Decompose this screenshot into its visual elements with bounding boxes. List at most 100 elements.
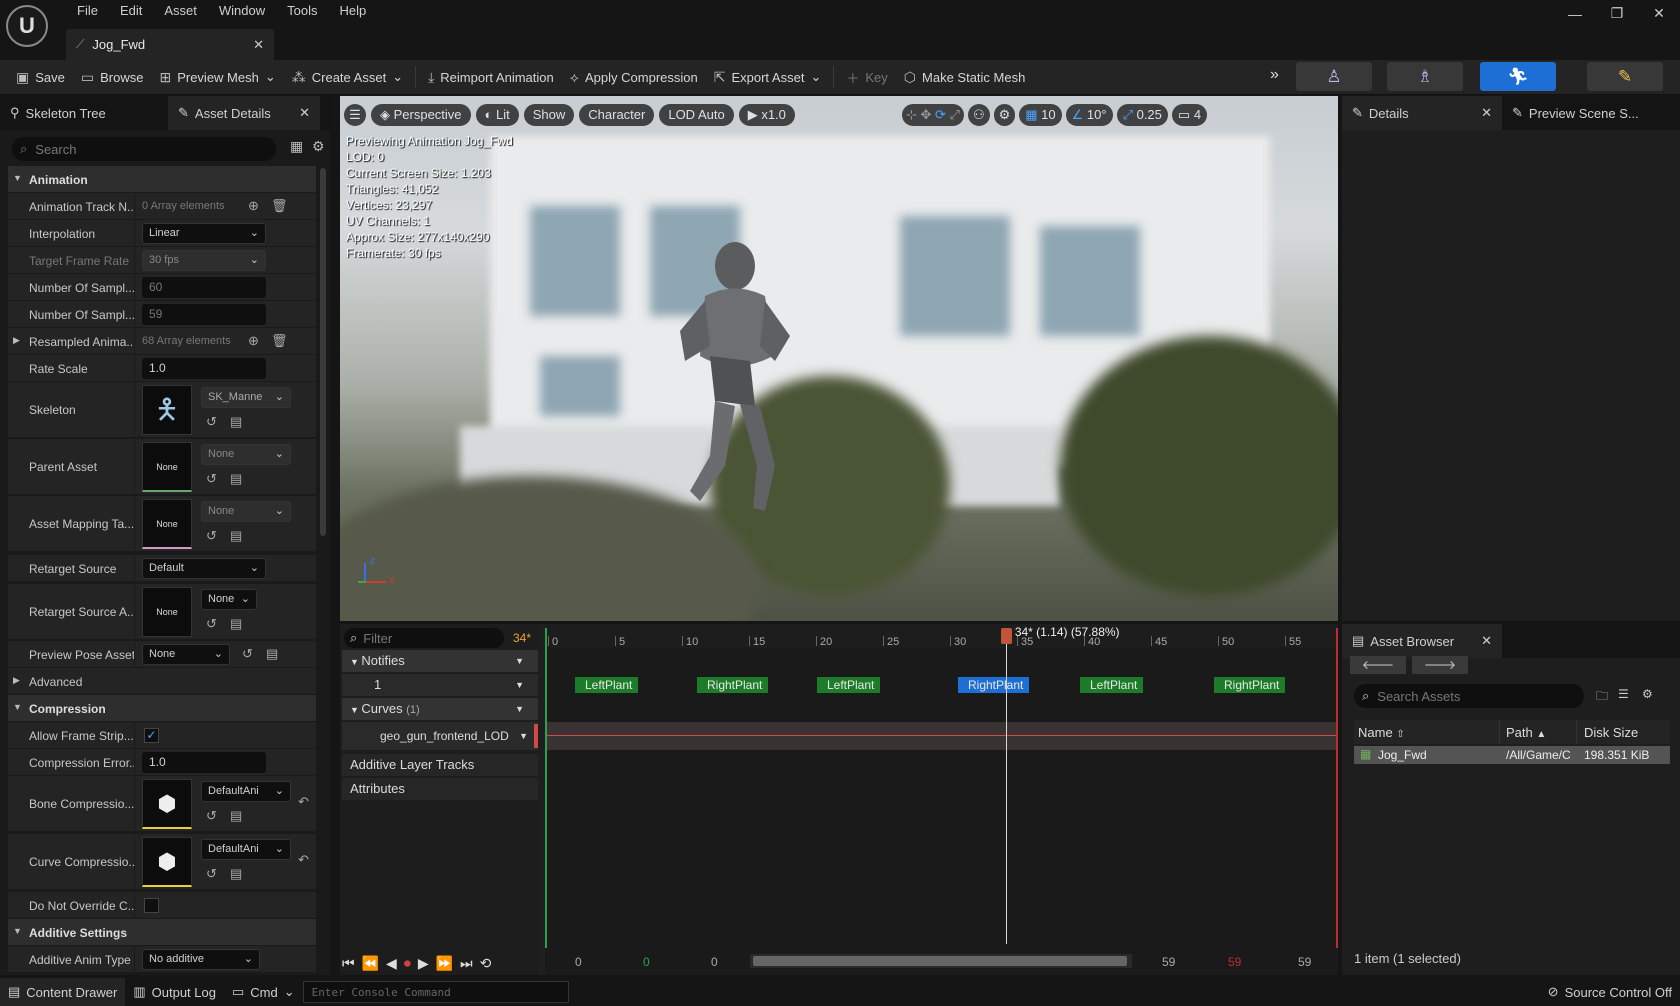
notify-right-plant-selected[interactable]: RightPlant — [958, 677, 1030, 693]
column-path[interactable]: Path ▲ — [1506, 725, 1546, 740]
source-control-button[interactable]: ⊘ Source Control Off — [1540, 978, 1680, 1006]
close-window-icon[interactable]: ✕ — [1638, 5, 1680, 22]
bone-compression-thumbnail[interactable]: ⬢ — [142, 779, 192, 829]
character-button[interactable]: Character — [579, 104, 655, 126]
column-name[interactable]: Name ⇧ — [1358, 725, 1405, 740]
back-arrow-icon[interactable]: 🡐 — [1350, 656, 1406, 674]
key-button[interactable]: ＋ Key — [838, 60, 895, 95]
playhead-handle[interactable] — [1000, 628, 1012, 644]
range-end-value[interactable]: 59 — [1162, 955, 1175, 969]
browse-asset-icon[interactable]: ▤ — [230, 616, 242, 632]
menu-tools[interactable]: Tools — [276, 3, 328, 18]
dropdown-arrow-icon[interactable]: ▼ — [515, 698, 524, 720]
use-selected-icon[interactable]: ↺ — [206, 808, 217, 824]
search-assets-input[interactable]: ⌕ Search Assets — [1354, 684, 1584, 708]
lod-button[interactable]: LOD Auto — [659, 104, 734, 126]
menu-asset[interactable]: Asset — [153, 3, 208, 18]
use-selected-icon[interactable]: ↺ — [206, 616, 217, 632]
animation-mode-button[interactable]: 🏃︎ — [1480, 62, 1556, 91]
dropdown-arrow-icon[interactable]: ▼ — [515, 674, 524, 696]
retarget-asset-thumbnail[interactable]: None — [142, 587, 192, 637]
menu-window[interactable]: Window — [208, 3, 276, 18]
retarget-source-dropdown[interactable]: Default ⌄ — [142, 558, 266, 579]
range-start-value[interactable]: 0 — [711, 955, 718, 969]
browse-asset-icon[interactable]: ▤ — [230, 414, 242, 430]
parent-asset-thumbnail[interactable]: None — [142, 442, 192, 492]
hamburger-menu-icon[interactable]: ☰ — [344, 104, 366, 126]
preview-viewport[interactable]: ☰ ◈ Perspective ◐ Lit Show Character LOD… — [340, 96, 1338, 621]
loop-icon[interactable]: ⟲ — [480, 955, 492, 972]
use-selected-icon[interactable]: ↺ — [206, 471, 217, 487]
view-start-value[interactable]: 0 — [575, 955, 582, 969]
menu-file[interactable]: File — [66, 3, 109, 18]
close-icon[interactable]: ✕ — [1481, 105, 1492, 121]
trash-icon[interactable]: 🗑︎ — [271, 198, 288, 214]
dropdown-arrow-icon[interactable]: ▼ — [519, 722, 528, 750]
browse-asset-icon[interactable]: ▤ — [230, 528, 242, 544]
reset-arrow-icon[interactable]: ↶ — [298, 794, 309, 810]
bone-compression-dropdown[interactable]: DefaultAni ⌄ — [201, 781, 291, 802]
use-selected-icon[interactable]: ↺ — [206, 528, 217, 544]
curve-compression-thumbnail[interactable]: ⬢ — [142, 837, 192, 887]
browse-button[interactable]: ▭ Browse — [73, 60, 152, 95]
apply-compression-button[interactable]: ⟡ Apply Compression — [562, 60, 706, 95]
play-end-value[interactable]: 59 — [1228, 955, 1241, 969]
use-selected-icon[interactable]: ↺ — [206, 866, 217, 882]
asset-mapping-dropdown[interactable]: None ⌄ — [201, 501, 291, 522]
browse-asset-icon[interactable]: ▤ — [230, 808, 242, 824]
tab-asset-details[interactable]: ✎ Asset Details ✕ — [168, 96, 320, 130]
cmd-dropdown[interactable]: ▭ Cmd ⌄ — [224, 978, 303, 1006]
output-log-button[interactable]: ▥ Output Log — [125, 978, 224, 1006]
notify-left-plant[interactable]: LeftPlant — [575, 677, 639, 693]
do-not-override-checkbox[interactable] — [144, 898, 159, 913]
scrollbar-thumb[interactable] — [320, 168, 326, 536]
save-button[interactable]: ▣ Save — [0, 60, 73, 95]
play-reverse-icon[interactable]: ◀ — [386, 955, 397, 972]
tab-asset-browser[interactable]: ▤ Asset Browser ✕ — [1342, 624, 1502, 658]
playback-speed-button[interactable]: ▶ x1.0 — [738, 104, 795, 126]
tab-preview-scene-settings[interactable]: ✎ Preview Scene S... — [1502, 96, 1672, 130]
forward-arrow-icon[interactable]: 🡒 — [1412, 656, 1468, 674]
add-element-icon[interactable]: ⊕ — [248, 333, 259, 349]
menu-help[interactable]: Help — [328, 3, 377, 18]
tab-skeleton-tree[interactable]: ⚲ Skeleton Tree — [0, 96, 168, 130]
use-selected-icon[interactable]: ↺ — [242, 646, 253, 662]
reset-arrow-icon[interactable]: ↶ — [298, 852, 309, 868]
track-curves[interactable]: ▼ Curves (1) ▼ — [342, 698, 538, 720]
skeleton-mode-button[interactable]: ♙ — [1296, 62, 1372, 91]
restore-icon[interactable]: ❐ — [1596, 5, 1638, 22]
timeline-scrollbar[interactable] — [750, 954, 1132, 968]
category-compression[interactable]: ▼ Compression — [8, 695, 316, 722]
table-view-icon[interactable]: ▦ — [290, 138, 303, 155]
step-forward-icon[interactable]: ⏩ — [436, 955, 453, 972]
filter-input[interactable]: ⌕ Filter — [344, 628, 504, 648]
notify-right-plant[interactable]: RightPlant — [1214, 677, 1286, 693]
filter-icon[interactable]: ☰ — [1618, 687, 1629, 701]
make-static-mesh-button[interactable]: ⬡ Make Static Mesh — [896, 60, 1034, 95]
track-notifies[interactable]: ▼ Notifies ▼ — [342, 650, 538, 672]
column-disk-size[interactable]: Disk Size — [1584, 725, 1638, 740]
use-selected-icon[interactable]: ↺ — [206, 414, 217, 430]
transform-tools[interactable]: ⊹ ✥ ⟳ ⤢ — [902, 104, 964, 126]
gear-icon[interactable]: ⚙ — [1642, 687, 1653, 701]
track-notify-row[interactable]: 1 ▼ — [342, 674, 538, 696]
close-icon[interactable]: ✕ — [1481, 633, 1492, 649]
allow-frame-strip-checkbox[interactable]: ✓ — [144, 728, 159, 743]
frame-rate-dropdown[interactable]: 30 fps ⌄ — [142, 250, 266, 271]
preview-pose-dropdown[interactable]: None ⌄ — [142, 644, 230, 665]
create-asset-button[interactable]: ⁂ Create Asset ⌄ — [284, 60, 411, 95]
row-advanced[interactable]: ▶ Advanced — [8, 668, 316, 695]
unreal-logo-icon[interactable]: U — [6, 5, 48, 47]
search-input[interactable]: ⌕ Search — [12, 137, 276, 161]
curve-compression-dropdown[interactable]: DefaultAni ⌄ — [201, 839, 291, 860]
export-asset-button[interactable]: ⇱ Export Asset ⌄ — [706, 60, 830, 95]
dropdown-arrow-icon[interactable]: ▼ — [515, 650, 524, 672]
playhead[interactable] — [1005, 628, 1007, 944]
show-button[interactable]: Show — [523, 104, 575, 126]
asset-mapping-thumbnail[interactable]: None — [142, 499, 192, 549]
close-icon[interactable]: ✕ — [299, 105, 310, 121]
step-back-icon[interactable]: ⏪ — [362, 955, 379, 972]
row-resampled[interactable]: ▶ Resampled Anima... 68 Array elements ⊕ 🗑︎ — [8, 328, 316, 355]
mannequin-character[interactable] — [655, 236, 805, 536]
rate-scale-input[interactable]: 1.0 — [142, 358, 266, 379]
